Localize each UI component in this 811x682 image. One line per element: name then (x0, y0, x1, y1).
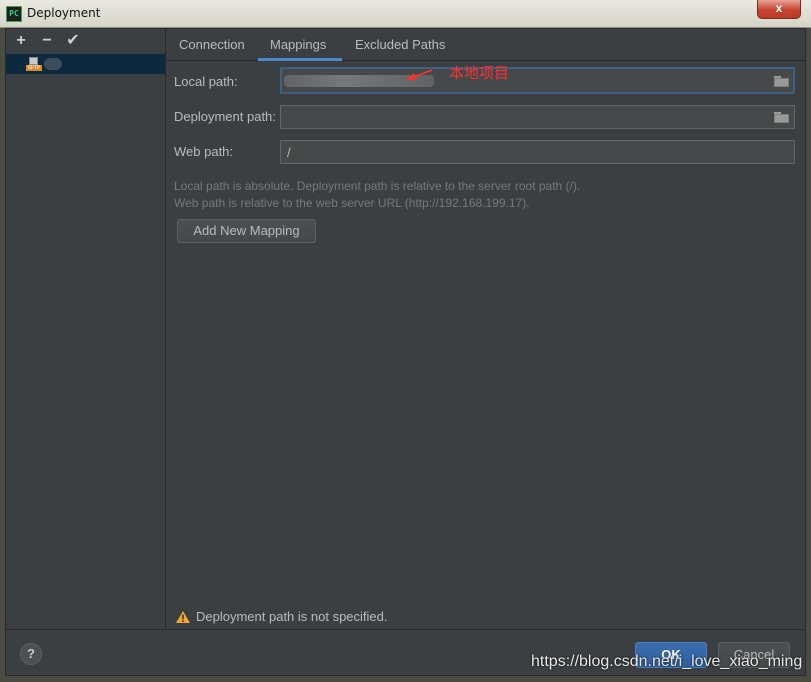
server-settings-panel: Connection Mappings Excluded Paths Local… (166, 29, 805, 629)
window-title: Deployment (27, 6, 101, 20)
local-path-label: Local path: (174, 74, 238, 89)
local-path-value-blurred (284, 75, 434, 87)
window-frame: + − ✔ SFTP Connection Mappings Excluded … (0, 28, 811, 682)
validation-warning: Deployment path is not specified. (176, 609, 388, 624)
watermark-text: https://blog.csdn.net/i_love_xiao_ming (531, 653, 803, 670)
deployment-path-label: Deployment path: (174, 109, 276, 124)
server-list-item[interactable]: SFTP (6, 54, 165, 74)
remove-server-button[interactable]: − (38, 32, 56, 50)
sftp-server-icon: SFTP (26, 57, 42, 71)
warning-icon (176, 610, 190, 623)
add-server-button[interactable]: + (12, 32, 30, 50)
server-list-toolbar: + − ✔ (6, 29, 165, 53)
hint-line-1: Local path is absolute. Deployment path … (174, 179, 581, 193)
server-list-panel: + − ✔ SFTP (6, 29, 166, 629)
tab-mappings[interactable]: Mappings (270, 37, 326, 52)
add-new-mapping-button[interactable]: Add New Mapping (177, 219, 316, 243)
warning-text: Deployment path is not specified. (196, 609, 388, 624)
title-bar: PC Deployment x (0, 0, 811, 28)
browse-folder-icon[interactable] (774, 75, 790, 87)
deployment-path-field[interactable] (280, 105, 795, 129)
set-default-button[interactable]: ✔ (64, 32, 82, 50)
web-path-field[interactable] (280, 140, 795, 164)
pycharm-app-icon: PC (6, 6, 22, 22)
tab-connection[interactable]: Connection (179, 37, 245, 52)
web-path-label: Web path: (174, 144, 234, 159)
tab-bar: Connection Mappings Excluded Paths (166, 29, 805, 61)
browse-folder-icon[interactable] (774, 111, 790, 123)
deployment-dialog: + − ✔ SFTP Connection Mappings Excluded … (5, 28, 806, 676)
close-window-button[interactable]: x (757, 0, 801, 19)
help-button[interactable]: ? (20, 643, 42, 665)
annotation-label: 本地项目 (449, 64, 510, 82)
tab-excluded-paths[interactable]: Excluded Paths (355, 37, 445, 52)
server-name-blurred (44, 58, 62, 70)
hint-line-2: Web path is relative to the web server U… (174, 196, 530, 210)
active-tab-indicator (258, 58, 342, 61)
